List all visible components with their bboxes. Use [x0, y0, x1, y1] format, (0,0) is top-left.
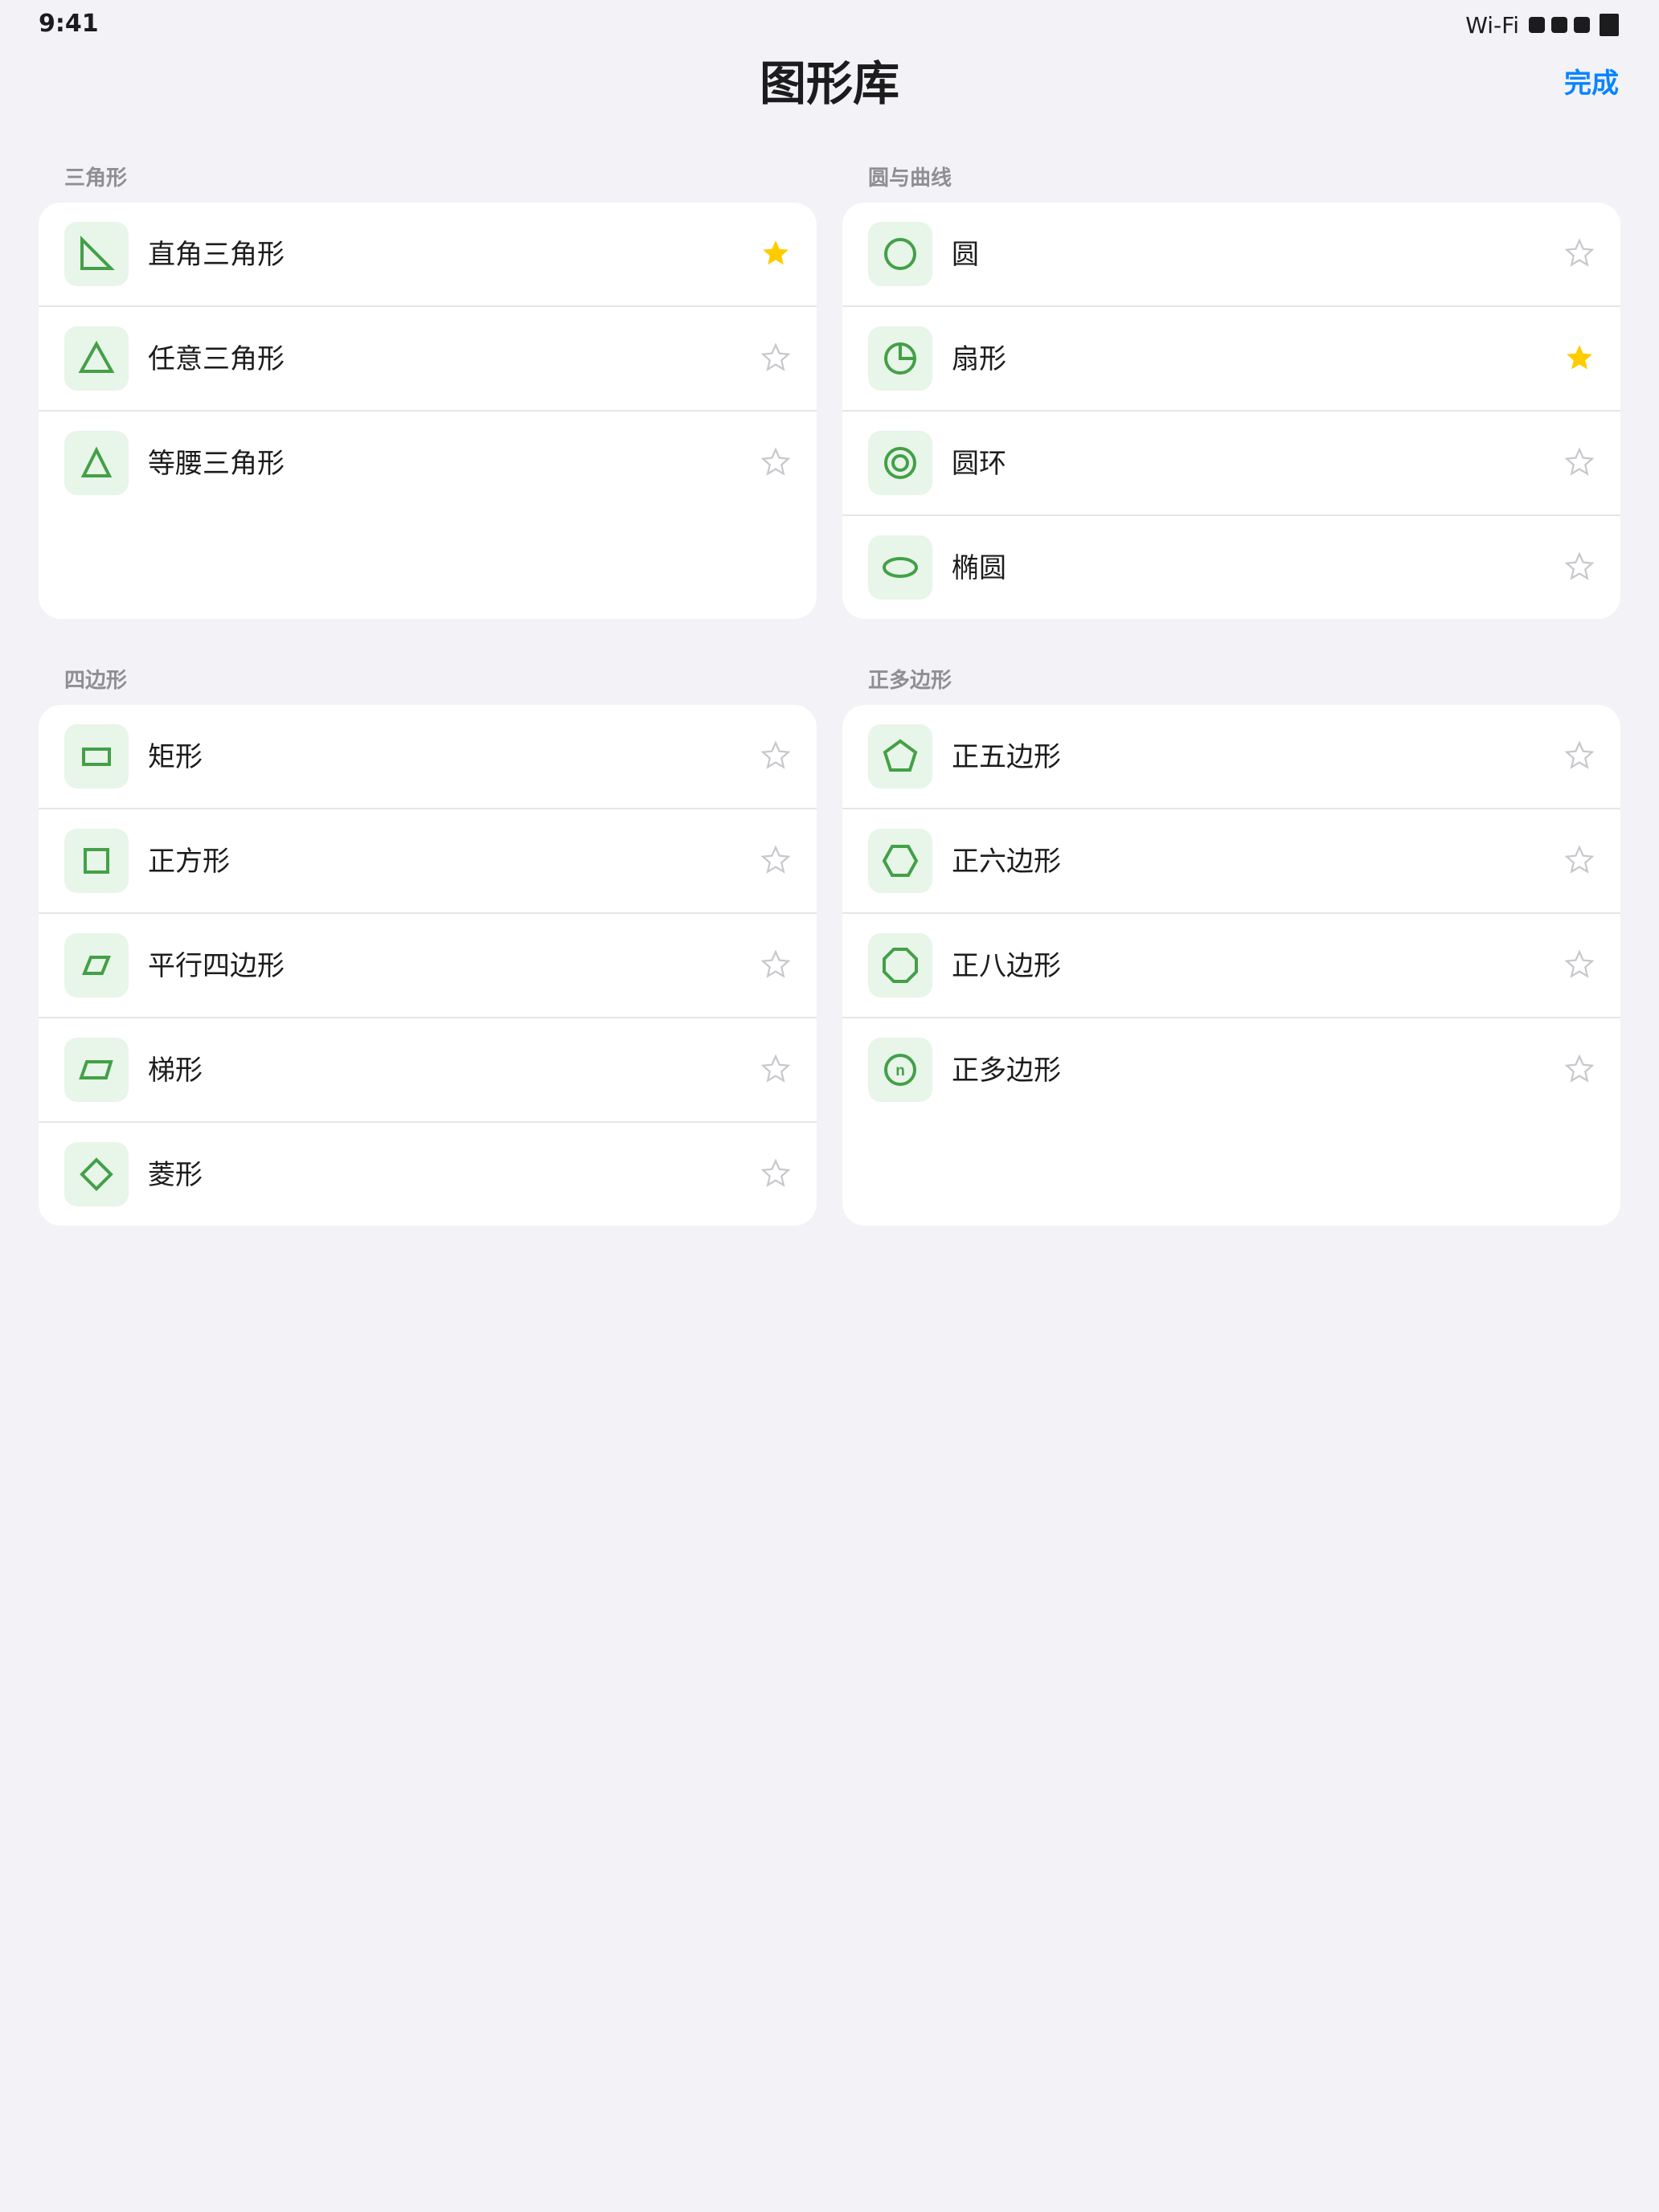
shape-item[interactable]: 平行四边形 [39, 914, 817, 1018]
shape-item[interactable]: 直角三角形 [39, 203, 817, 307]
section-title-triangles: 三角形 [64, 166, 128, 190]
shape-item-label: 正六边形 [952, 846, 1061, 878]
star-icon-outline[interactable] [759, 739, 793, 772]
star-icon-outline[interactable] [759, 341, 793, 375]
page-title: 图形库 [759, 56, 899, 111]
star-icon-outline[interactable] [1563, 739, 1596, 772]
parallelogram-icon [82, 956, 111, 975]
status-bar: 9:41 Wi-Fi [0, 0, 1659, 51]
star-icon-outline[interactable] [759, 1157, 793, 1190]
shape-icon-tile [868, 535, 932, 600]
star-icon-outline[interactable] [759, 1052, 793, 1086]
trapezoid-icon [79, 1060, 113, 1079]
shape-item-label: 正八边形 [952, 950, 1061, 982]
isosceles-triangle-icon [80, 446, 113, 477]
signal-bar-icon [1529, 17, 1545, 33]
wifi-label: Wi-Fi [1465, 11, 1519, 39]
regular-polygon-n-icon: n [884, 1054, 916, 1086]
section-title-circles: 圆与曲线 [868, 166, 952, 190]
right-triangle-icon [80, 236, 115, 270]
shape-icon-tile [64, 1038, 129, 1102]
done-button[interactable]: 完成 [1564, 63, 1619, 104]
star-icon-outline[interactable] [759, 843, 793, 877]
shape-icon-tile [64, 326, 129, 391]
shape-icon-tile [64, 431, 129, 495]
shape-item-label: 正方形 [148, 846, 230, 878]
shape-icon-tile: n [868, 1038, 932, 1102]
shape-icon-tile [868, 326, 932, 391]
shape-item-label: 矩形 [148, 741, 203, 773]
shape-icon-tile [64, 829, 129, 893]
shape-item-label: 扇形 [952, 343, 1006, 375]
ellipse-icon [883, 557, 918, 578]
shape-item[interactable]: 正五边形 [842, 705, 1620, 809]
star-icon-outline[interactable] [1563, 1052, 1596, 1086]
star-icon-outline[interactable] [1563, 843, 1596, 877]
shape-item[interactable]: n 正多边形 [842, 1018, 1620, 1123]
shape-item[interactable]: 圆 [842, 203, 1620, 307]
section-card-circles: 圆 扇形 圆环 椭圆 [842, 203, 1620, 619]
shape-item[interactable]: 正方形 [39, 809, 817, 914]
rhombus-icon [80, 1157, 113, 1191]
square-icon [84, 848, 109, 874]
shape-item[interactable]: 正八边形 [842, 914, 1620, 1018]
rectangle-icon [82, 748, 111, 766]
shape-icon-tile [64, 1142, 129, 1206]
status-time: 9:41 [39, 10, 99, 38]
shape-item-label: 平行四边形 [148, 950, 285, 982]
shape-icon-tile [64, 222, 129, 286]
shape-item-label: 等腰三角形 [148, 448, 285, 480]
shape-item-label: 任意三角形 [148, 343, 285, 375]
shape-item-label: 椭圆 [952, 552, 1006, 584]
circle-icon [884, 238, 916, 270]
shape-icon-tile [868, 829, 932, 893]
hexagon-icon [882, 845, 919, 877]
star-icon-outline[interactable] [1563, 550, 1596, 584]
sector-icon [884, 342, 916, 375]
battery-icon [1600, 14, 1619, 36]
shape-item-label: 圆 [952, 239, 979, 271]
signal-bar-icon [1551, 17, 1567, 33]
star-icon-outline[interactable] [759, 445, 793, 479]
star-icon-outline[interactable] [1563, 948, 1596, 981]
star-icon-outline[interactable] [1563, 236, 1596, 270]
shape-item[interactable]: 等腰三角形 [39, 412, 817, 516]
shape-item[interactable]: 正六边形 [842, 809, 1620, 914]
status-indicators: Wi-Fi [1465, 10, 1619, 40]
section-card-quadrilaterals: 矩形 正方形 平行四边形 梯形 菱形 [39, 705, 817, 1226]
ring-icon [884, 447, 916, 479]
shape-item-label: 直角三角形 [148, 239, 285, 271]
shape-item-label: 圆环 [952, 448, 1006, 480]
pentagon-icon [883, 739, 918, 772]
shape-icon-tile [868, 222, 932, 286]
shape-icon-tile [868, 933, 932, 997]
octagon-icon [883, 948, 918, 983]
shape-item[interactable]: 椭圆 [842, 516, 1620, 619]
shape-icon-tile [868, 724, 932, 789]
section-card-regular-polygons: 正五边形 正六边形 正八边形 n 正多边形 [842, 705, 1620, 1226]
star-icon-filled[interactable] [1563, 341, 1596, 375]
section-title-quadrilaterals: 四边形 [64, 669, 128, 693]
shape-item-label: 正五边形 [952, 741, 1061, 773]
signal-bar-icon [1574, 17, 1590, 33]
star-icon-outline[interactable] [759, 948, 793, 981]
polygon-n-text: n [895, 1063, 905, 1079]
shape-item-label: 正多边形 [952, 1055, 1061, 1087]
shape-item[interactable]: 扇形 [842, 307, 1620, 412]
shape-item[interactable]: 圆环 [842, 412, 1620, 516]
shape-item[interactable]: 矩形 [39, 705, 817, 809]
star-icon-outline[interactable] [1563, 445, 1596, 479]
shape-icon-tile [64, 933, 129, 997]
shape-item-label: 菱形 [148, 1159, 203, 1191]
section-title-regular-polygons: 正多边形 [868, 669, 952, 693]
star-icon-filled[interactable] [759, 236, 793, 270]
shape-item-label: 梯形 [148, 1055, 203, 1087]
shape-icon-tile [64, 724, 129, 789]
triangle-icon [78, 340, 115, 373]
shape-icon-tile [868, 431, 932, 495]
shape-item[interactable]: 任意三角形 [39, 307, 817, 412]
shape-item[interactable]: 菱形 [39, 1123, 817, 1226]
shape-item[interactable]: 梯形 [39, 1018, 817, 1123]
section-card-triangles: 直角三角形 任意三角形 等腰三角形 [39, 203, 817, 619]
